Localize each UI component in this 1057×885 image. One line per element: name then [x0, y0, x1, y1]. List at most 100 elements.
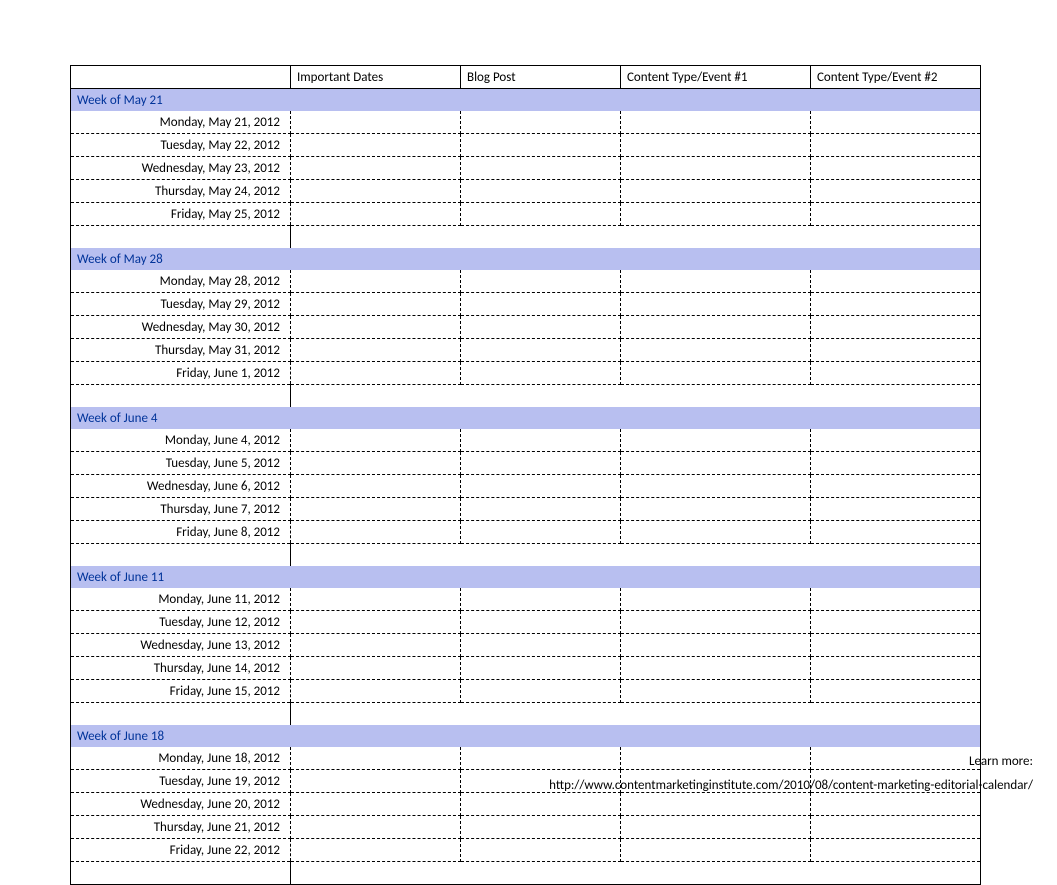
calendar-cell[interactable]	[621, 498, 811, 521]
day-row: Thursday, May 24, 2012	[71, 180, 981, 203]
calendar-cell[interactable]	[811, 816, 981, 839]
calendar-cell[interactable]	[461, 680, 621, 703]
calendar-cell[interactable]	[621, 839, 811, 862]
day-date: Wednesday, May 23, 2012	[71, 157, 291, 180]
calendar-cell[interactable]	[811, 657, 981, 680]
calendar-cell[interactable]	[621, 180, 811, 203]
calendar-cell[interactable]	[291, 362, 461, 385]
calendar-sheet: Important DatesBlog PostContent Type/Eve…	[0, 0, 1057, 817]
calendar-cell[interactable]	[291, 680, 461, 703]
calendar-cell[interactable]	[621, 680, 811, 703]
calendar-cell[interactable]	[291, 293, 461, 316]
calendar-cell[interactable]	[811, 339, 981, 362]
calendar-cell[interactable]	[811, 316, 981, 339]
calendar-cell[interactable]	[461, 270, 621, 293]
calendar-cell[interactable]	[461, 475, 621, 498]
calendar-cell[interactable]	[621, 270, 811, 293]
calendar-cell[interactable]	[811, 134, 981, 157]
calendar-cell[interactable]	[621, 475, 811, 498]
calendar-cell[interactable]	[461, 498, 621, 521]
calendar-cell[interactable]	[291, 203, 461, 226]
day-date: Monday, June 18, 2012	[71, 747, 291, 770]
calendar-cell[interactable]	[811, 180, 981, 203]
calendar-cell[interactable]	[461, 521, 621, 544]
calendar-cell[interactable]	[291, 588, 461, 611]
calendar-cell[interactable]	[811, 839, 981, 862]
calendar-cell[interactable]	[811, 429, 981, 452]
day-date: Monday, May 28, 2012	[71, 270, 291, 293]
calendar-cell[interactable]	[461, 157, 621, 180]
calendar-cell[interactable]	[461, 339, 621, 362]
calendar-cell[interactable]	[621, 657, 811, 680]
calendar-cell[interactable]	[621, 521, 811, 544]
calendar-cell[interactable]	[811, 475, 981, 498]
calendar-cell[interactable]	[291, 611, 461, 634]
calendar-cell[interactable]	[461, 362, 621, 385]
calendar-cell[interactable]	[291, 270, 461, 293]
calendar-cell[interactable]	[811, 203, 981, 226]
calendar-cell[interactable]	[461, 839, 621, 862]
calendar-cell[interactable]	[291, 157, 461, 180]
calendar-cell[interactable]	[461, 293, 621, 316]
calendar-cell[interactable]	[291, 429, 461, 452]
calendar-cell[interactable]	[811, 680, 981, 703]
calendar-cell[interactable]	[621, 316, 811, 339]
calendar-cell[interactable]	[811, 611, 981, 634]
calendar-cell[interactable]	[621, 339, 811, 362]
calendar-cell[interactable]	[291, 770, 461, 793]
calendar-cell[interactable]	[621, 588, 811, 611]
calendar-cell[interactable]	[461, 203, 621, 226]
calendar-cell[interactable]	[461, 611, 621, 634]
calendar-cell[interactable]	[811, 157, 981, 180]
column-header: Content Type/Event #1	[621, 66, 811, 89]
calendar-cell[interactable]	[811, 452, 981, 475]
week-label: Week of May 28	[71, 248, 981, 270]
calendar-cell[interactable]	[811, 362, 981, 385]
day-row: Friday, June 8, 2012	[71, 521, 981, 544]
calendar-cell[interactable]	[461, 134, 621, 157]
calendar-cell[interactable]	[461, 634, 621, 657]
calendar-cell[interactable]	[291, 793, 461, 816]
calendar-cell[interactable]	[291, 475, 461, 498]
calendar-cell[interactable]	[291, 839, 461, 862]
day-date: Wednesday, May 30, 2012	[71, 316, 291, 339]
calendar-cell[interactable]	[291, 634, 461, 657]
calendar-cell[interactable]	[461, 452, 621, 475]
calendar-cell[interactable]	[461, 111, 621, 134]
calendar-cell[interactable]	[461, 816, 621, 839]
calendar-cell[interactable]	[621, 362, 811, 385]
calendar-cell[interactable]	[811, 634, 981, 657]
calendar-cell[interactable]	[291, 111, 461, 134]
calendar-cell[interactable]	[621, 816, 811, 839]
calendar-cell[interactable]	[621, 634, 811, 657]
calendar-cell[interactable]	[291, 180, 461, 203]
calendar-cell[interactable]	[461, 180, 621, 203]
calendar-cell[interactable]	[621, 134, 811, 157]
calendar-cell[interactable]	[621, 611, 811, 634]
calendar-cell[interactable]	[291, 657, 461, 680]
calendar-cell[interactable]	[291, 816, 461, 839]
calendar-cell[interactable]	[811, 270, 981, 293]
calendar-cell[interactable]	[461, 429, 621, 452]
calendar-cell[interactable]	[291, 498, 461, 521]
calendar-cell[interactable]	[621, 293, 811, 316]
calendar-cell[interactable]	[291, 339, 461, 362]
calendar-cell[interactable]	[621, 429, 811, 452]
calendar-cell[interactable]	[811, 521, 981, 544]
calendar-cell[interactable]	[621, 203, 811, 226]
calendar-cell[interactable]	[461, 316, 621, 339]
calendar-cell[interactable]	[461, 588, 621, 611]
calendar-cell[interactable]	[811, 293, 981, 316]
calendar-cell[interactable]	[291, 452, 461, 475]
calendar-cell[interactable]	[461, 657, 621, 680]
calendar-cell[interactable]	[291, 521, 461, 544]
calendar-cell[interactable]	[621, 452, 811, 475]
calendar-cell[interactable]	[811, 588, 981, 611]
calendar-cell[interactable]	[621, 111, 811, 134]
calendar-cell[interactable]	[291, 134, 461, 157]
calendar-cell[interactable]	[291, 747, 461, 770]
calendar-cell[interactable]	[811, 498, 981, 521]
calendar-cell[interactable]	[811, 111, 981, 134]
calendar-cell[interactable]	[621, 157, 811, 180]
calendar-cell[interactable]	[291, 316, 461, 339]
